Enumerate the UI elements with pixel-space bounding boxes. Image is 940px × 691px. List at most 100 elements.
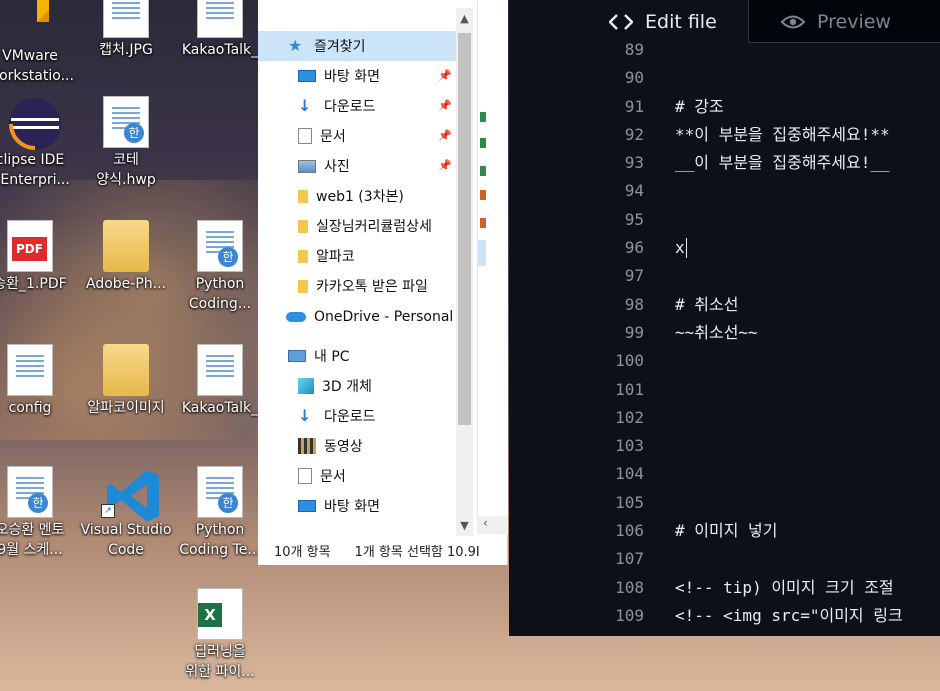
scroll-left-arrow-icon[interactable]: ‹ xyxy=(483,516,488,530)
nav-item-pc-documents[interactable]: 문서 xyxy=(258,461,456,491)
line-number: 106 xyxy=(615,521,644,541)
code-line[interactable]: 104 xyxy=(509,460,940,488)
code-line[interactable]: 91 # 강조 xyxy=(509,93,940,121)
line-number: 101 xyxy=(615,379,644,399)
desktop-icon-label: KakaoTalk_ xyxy=(181,42,259,58)
code-area[interactable]: 89 90 91 # 강조 92 **이 부분을 집중해주세요!** 93 __이 부분을 집… xyxy=(509,36,940,636)
code-line[interactable]: 94 xyxy=(509,177,940,205)
code-line[interactable]: 89 xyxy=(509,36,940,64)
code-line[interactable]: 99 ~~취소선~~ xyxy=(509,319,940,347)
code-line[interactable]: 107 xyxy=(509,545,940,573)
tab-label: Preview xyxy=(817,10,891,33)
line-text: # 강조 xyxy=(675,96,724,116)
desktop-icon-deeplearning-excel[interactable]: X 딥러닝을 위한 파이... xyxy=(172,588,268,682)
scroll-down-arrow-icon[interactable]: ▼ xyxy=(456,519,473,532)
file-type-icon xyxy=(480,138,486,148)
nav-item-label: 다운로드 xyxy=(324,409,376,425)
desktop-icon-label: VMware xyxy=(2,48,58,64)
code-line[interactable]: 108 <!-- tip) 이미지 크기 조절 xyxy=(509,574,940,602)
code-line[interactable]: 101 xyxy=(509,376,940,404)
desktop-icon-label: 코테 xyxy=(113,152,139,168)
desktop-icon-config[interactable]: config xyxy=(0,344,78,418)
desktop-icon-python-coding-te[interactable]: Python Coding Te... xyxy=(172,466,268,560)
code-line[interactable]: 90 xyxy=(509,64,940,92)
desktop-icon-label: Workstatio... xyxy=(0,68,74,84)
code-line[interactable]: 96 x xyxy=(509,234,940,262)
desktop-icon-kakaotalk-1[interactable]: KakaoTalk_ xyxy=(172,0,268,60)
folder-icon xyxy=(298,219,308,233)
code-line[interactable]: 102 xyxy=(509,404,940,432)
cloud-icon xyxy=(286,312,306,322)
nav-item-3d-objects[interactable]: 3D 개체 xyxy=(258,371,456,401)
code-line[interactable]: 103 xyxy=(509,432,940,460)
nav-item-videos[interactable]: 동영상 xyxy=(258,431,456,461)
nav-item-kakaotalk-files[interactable]: 카카오톡 받은 파일 xyxy=(258,271,456,301)
code-line[interactable]: 105 xyxy=(509,489,940,517)
desktop-icon-label: 캡처.JPG xyxy=(99,42,153,58)
folder-icon xyxy=(103,344,149,396)
nav-item-desktop[interactable]: 바탕 화면 📌 xyxy=(258,61,456,91)
code-line[interactable]: 106 # 이미지 넣기 xyxy=(509,517,940,545)
desktop-icon-mentor-schedule[interactable]: 오승환 멘토 9월 스케... xyxy=(0,466,78,560)
line-text: <!-- tip) 이미지 크기 조절 xyxy=(675,577,894,597)
code-line[interactable]: 109 <!-- <img src="이미지 링크 xyxy=(509,602,940,630)
desktop-icon-python-coding[interactable]: Python Coding... xyxy=(172,220,268,314)
tab-label: Edit file xyxy=(645,10,717,33)
nav-item-pictures[interactable]: 사진 📌 xyxy=(258,151,456,181)
desktop-icon-label: Coding Te... xyxy=(179,542,261,558)
download-icon: ↓ xyxy=(298,96,312,115)
code-line[interactable]: 95 xyxy=(509,206,940,234)
nav-item-label: 바탕 화면 xyxy=(324,69,380,85)
file-list-pane[interactable] xyxy=(477,0,508,532)
scrollbar-thumb[interactable] xyxy=(458,33,471,425)
nav-vertical-scrollbar[interactable]: ▲ ▼ xyxy=(456,8,473,536)
desktop-icon-adobe[interactable]: Adobe-Ph... xyxy=(78,220,174,294)
excel-file-icon: X xyxy=(197,588,243,640)
pin-icon: 📌 xyxy=(438,69,452,82)
code-line[interactable]: 110 --> xyxy=(509,630,940,636)
folder-icon xyxy=(103,220,149,272)
code-line[interactable]: 97 xyxy=(509,262,940,290)
desktop-icon-alpaco-image[interactable]: 알파코이미지 xyxy=(78,344,174,418)
code-line[interactable]: 100 xyxy=(509,347,940,375)
line-number: 103 xyxy=(615,436,644,456)
nav-item-web1[interactable]: web1 (3차본) xyxy=(258,181,456,211)
nav-item-downloads[interactable]: ↓ 다운로드 📌 xyxy=(258,91,456,121)
code-line[interactable]: 93 __이 부분을 집중해주세요!__ xyxy=(509,149,940,177)
file-list-horizontal-scrollbar[interactable]: ‹ xyxy=(477,516,508,534)
picture-icon xyxy=(298,159,316,173)
line-number: 110 xyxy=(509,630,644,636)
code-line[interactable]: 92 **이 부분을 집중해주세요!** xyxy=(509,121,940,149)
hwp-file-icon xyxy=(7,466,53,518)
nav-item-pc-downloads[interactable]: ↓ 다운로드 xyxy=(258,401,456,431)
desktop-icon-kote-hwp[interactable]: 코테 양식.hwp xyxy=(78,96,174,190)
desktop-icon-vmware[interactable]: VMware Workstatio... xyxy=(0,0,78,86)
nav-item-favorites[interactable]: ★ 즐겨찾기 xyxy=(258,31,456,61)
shortcut-arrow-icon: ↗ xyxy=(101,504,115,518)
nav-item-pc-desktop[interactable]: 바탕 화면 xyxy=(258,491,456,521)
line-number: 108 xyxy=(615,577,644,597)
line-number: 90 xyxy=(624,68,644,88)
desktop-icon-eclipse[interactable]: clipse IDE r Enterpri... xyxy=(0,96,78,190)
nav-item-alpaco[interactable]: 알파코 xyxy=(258,241,456,271)
line-number: 100 xyxy=(615,351,644,371)
nav-item-curriculum[interactable]: 실장님커리큘럼상세 xyxy=(258,211,456,241)
desktop-icon-vscode[interactable]: ↗ Visual Studio Code xyxy=(78,466,174,560)
nav-item-onedrive[interactable]: OneDrive - Personal xyxy=(258,302,456,332)
file-explorer-window: ★ 즐겨찾기 바탕 화면 📌 ↓ 다운로드 📌 문서 📌 사진 📌 web1 (… xyxy=(258,0,508,565)
nav-item-documents[interactable]: 문서 📌 xyxy=(258,121,456,151)
nav-item-label: 실장님커리큘럼상세 xyxy=(316,219,432,235)
scroll-up-arrow-icon[interactable]: ▲ xyxy=(456,12,473,25)
document-icon xyxy=(298,468,312,484)
code-icon xyxy=(609,13,633,30)
code-line[interactable]: 98 # 취소선 xyxy=(509,291,940,319)
desktop-icon-pdf[interactable]: PDF 송환_1.PDF xyxy=(0,220,78,294)
nav-item-label: 알파코 xyxy=(316,249,355,265)
hwp-file-icon xyxy=(103,96,149,148)
vmware-icon xyxy=(7,0,53,44)
image-file-icon xyxy=(197,0,243,38)
nav-item-label: 3D 개체 xyxy=(322,379,372,395)
desktop-icon-capture-jpg[interactable]: 캡처.JPG xyxy=(78,0,174,60)
nav-item-this-pc[interactable]: 내 PC xyxy=(258,341,456,371)
desktop-icon-kakaotalk-2[interactable]: KakaoTalk_ xyxy=(172,344,268,418)
